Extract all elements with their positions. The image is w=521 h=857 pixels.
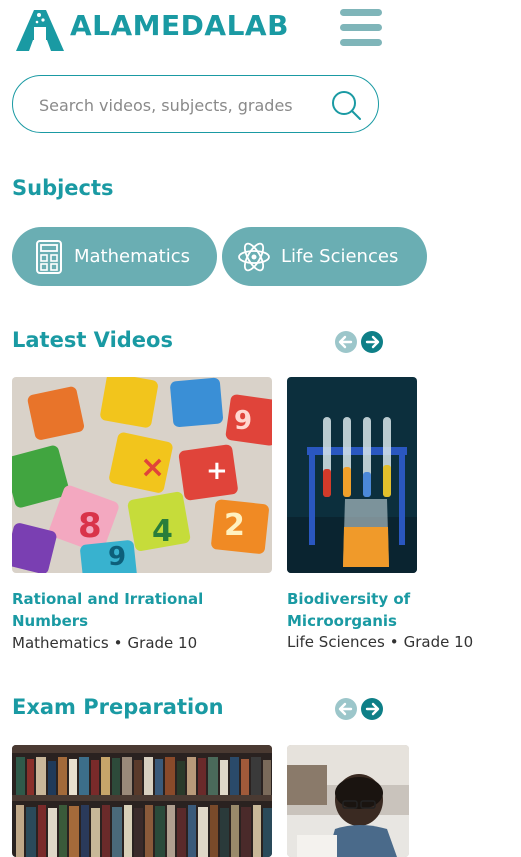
exam-preparation-heading: Exam Preparation bbox=[12, 695, 224, 719]
video-subject: Mathematics bbox=[12, 634, 109, 652]
lab-glassware-image bbox=[287, 377, 417, 573]
carousel-prev-button[interactable] bbox=[335, 331, 357, 353]
digit-9-glyph: 9 bbox=[108, 542, 126, 572]
meta-separator: • bbox=[113, 634, 123, 652]
search-icon[interactable] bbox=[330, 89, 362, 121]
search-input[interactable] bbox=[37, 90, 321, 120]
subject-pill-label: Life Sciences bbox=[281, 246, 399, 267]
number-blocks-image: × 8 4 2 9 9 + bbox=[12, 377, 272, 573]
digit-2-glyph: 2 bbox=[224, 508, 245, 543]
subject-pill-mathematics[interactable]: Mathematics bbox=[12, 227, 217, 286]
latest-videos-carousel-controls bbox=[335, 331, 385, 353]
meta-separator: • bbox=[389, 633, 399, 651]
exam-thumbnail-bookshelf[interactable] bbox=[12, 745, 272, 857]
video-thumbnail-rational-numbers[interactable]: × 8 4 2 9 9 + bbox=[12, 377, 272, 573]
video-thumbnail-biodiversity[interactable] bbox=[287, 377, 417, 573]
exam-thumbnail-student[interactable] bbox=[287, 745, 409, 857]
plus-glyph: + bbox=[206, 456, 228, 486]
latest-videos-heading: Latest Videos bbox=[12, 328, 173, 352]
video-title-link[interactable]: Rational and Irrational Numbers bbox=[12, 588, 272, 632]
student-photo-image bbox=[287, 745, 409, 857]
arrow-left-icon bbox=[335, 331, 357, 353]
arrow-left-icon bbox=[335, 698, 357, 720]
video-grade: Grade 10 bbox=[127, 634, 198, 652]
hamburger-menu-button[interactable] bbox=[340, 9, 382, 47]
digit-4-glyph: 4 bbox=[152, 514, 173, 549]
video-title-link[interactable]: Biodiversity of Microorganis bbox=[287, 588, 417, 632]
search-box bbox=[12, 75, 379, 133]
video-title-line: Microorganis bbox=[287, 612, 397, 630]
video-title-line: Biodiversity of bbox=[287, 590, 411, 608]
subjects-heading: Subjects bbox=[12, 176, 114, 200]
atom-icon bbox=[238, 242, 270, 271]
carousel-prev-button[interactable] bbox=[335, 698, 357, 720]
calculator-icon bbox=[36, 239, 62, 274]
video-title-line: Rational and Irrational bbox=[12, 590, 204, 608]
carousel-next-button[interactable] bbox=[361, 331, 383, 353]
video-grade: Grade 10 bbox=[403, 633, 474, 651]
brand-name[interactable]: ALAMEDALAB bbox=[70, 9, 289, 42]
video-subject: Life Sciences bbox=[287, 633, 385, 651]
header: ALAMEDALAB bbox=[0, 0, 521, 60]
multiply-glyph: × bbox=[140, 450, 165, 485]
bookshelf-image bbox=[12, 745, 272, 857]
carousel-next-button[interactable] bbox=[361, 698, 383, 720]
video-title-line: Numbers bbox=[12, 612, 89, 630]
subject-pill-life-sciences[interactable]: Life Sciences bbox=[222, 227, 427, 286]
video-meta: Life Sciences • Grade 10 bbox=[287, 633, 473, 651]
arrow-right-icon bbox=[361, 698, 383, 720]
video-meta: Mathematics • Grade 10 bbox=[12, 634, 197, 652]
arrow-right-icon bbox=[361, 331, 383, 353]
subject-pill-label: Mathematics bbox=[74, 246, 190, 267]
digit-8-glyph: 8 bbox=[78, 506, 102, 546]
exam-preparation-carousel-controls bbox=[335, 698, 385, 720]
logo-icon[interactable] bbox=[15, 7, 65, 52]
digit-9-glyph: 9 bbox=[234, 406, 252, 436]
